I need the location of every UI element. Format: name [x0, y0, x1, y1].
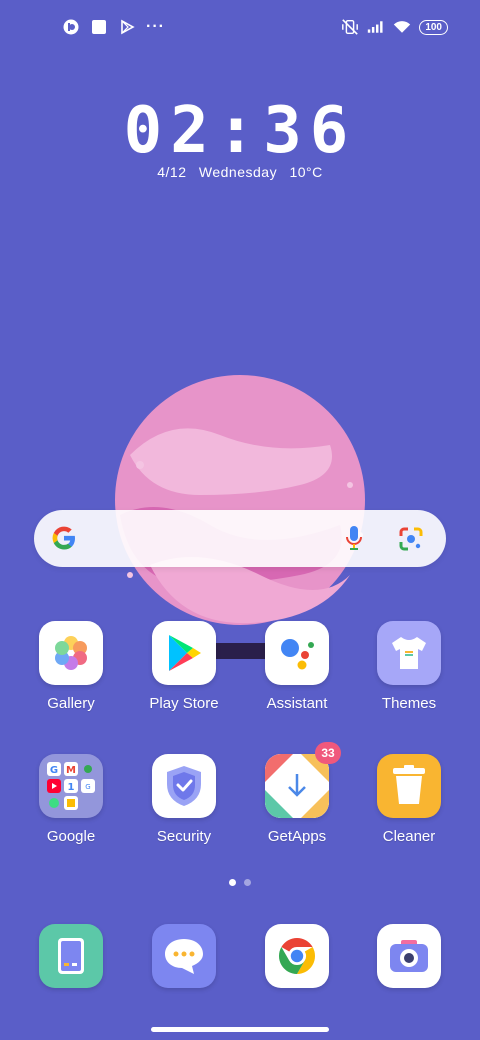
app-label: Assistant — [266, 695, 328, 712]
google-folder-icon: G M 1 G — [39, 754, 103, 818]
app-cleaner[interactable]: Cleaner — [359, 754, 459, 845]
wifi-icon — [393, 18, 411, 36]
music-app-icon — [62, 18, 80, 36]
app-label: Play Store — [149, 695, 219, 712]
app-label: GetApps — [267, 828, 327, 845]
chrome-icon — [265, 924, 329, 988]
square-notification-icon — [90, 18, 108, 36]
battery-indicator: 100 — [419, 19, 448, 35]
dock-phone[interactable] — [21, 924, 121, 988]
dock-camera[interactable] — [359, 924, 459, 988]
phone-icon — [39, 924, 103, 988]
app-label: Google — [46, 828, 96, 845]
app-label: Gallery — [47, 695, 95, 712]
themes-icon — [377, 621, 441, 685]
svg-text:G: G — [85, 783, 90, 791]
signal-icon — [367, 18, 385, 36]
camera-icon — [377, 924, 441, 988]
app-assistant[interactable]: Assistant — [247, 621, 347, 712]
cleaner-icon — [377, 754, 441, 818]
getapps-icon: 33 — [265, 742, 341, 818]
play-outline-icon — [118, 18, 136, 36]
temperature-text: 10°C — [289, 164, 323, 180]
app-gallery[interactable]: Gallery — [21, 621, 121, 712]
app-themes[interactable]: Themes — [359, 621, 459, 712]
google-g-icon — [50, 524, 78, 557]
app-label: Themes — [381, 695, 437, 712]
app-play-store[interactable]: Play Store — [134, 621, 234, 712]
dock-messaging[interactable] — [134, 924, 234, 988]
more-dots-icon: ··· — [146, 18, 165, 35]
google-search-bar[interactable] — [34, 510, 446, 567]
svg-text:G: G — [50, 765, 58, 776]
page-dot[interactable] — [244, 879, 251, 886]
app-security[interactable]: Security — [134, 754, 234, 845]
security-icon — [152, 754, 216, 818]
mic-icon[interactable] — [344, 524, 364, 559]
status-bar-right: 100 — [341, 18, 448, 36]
google-lens-icon[interactable] — [398, 526, 424, 557]
gallery-icon — [39, 621, 103, 685]
weekday-text: Wednesday — [198, 164, 278, 180]
page-dot-active[interactable] — [229, 879, 236, 886]
app-label: Cleaner — [382, 828, 436, 845]
vibrate-off-icon — [341, 18, 359, 36]
app-getapps[interactable]: 33 GetApps — [247, 742, 347, 845]
clock-time[interactable]: 02:36 — [0, 99, 480, 163]
app-label: Security — [156, 828, 212, 845]
home-gesture-bar[interactable] — [151, 1027, 329, 1032]
date-weather-row[interactable]: 4/12 Wednesday 10°C — [0, 164, 480, 180]
assistant-icon — [265, 621, 329, 685]
dock-chrome[interactable] — [247, 924, 347, 988]
folder-google[interactable]: G M 1 G Google — [21, 754, 121, 845]
svg-text:1: 1 — [68, 782, 75, 793]
status-bar-left: ··· — [62, 18, 165, 36]
svg-text:M: M — [66, 765, 76, 776]
date-text: 4/12 — [157, 164, 187, 180]
notification-badge: 33 — [315, 742, 341, 764]
play-store-icon — [152, 621, 216, 685]
messaging-icon — [152, 924, 216, 988]
